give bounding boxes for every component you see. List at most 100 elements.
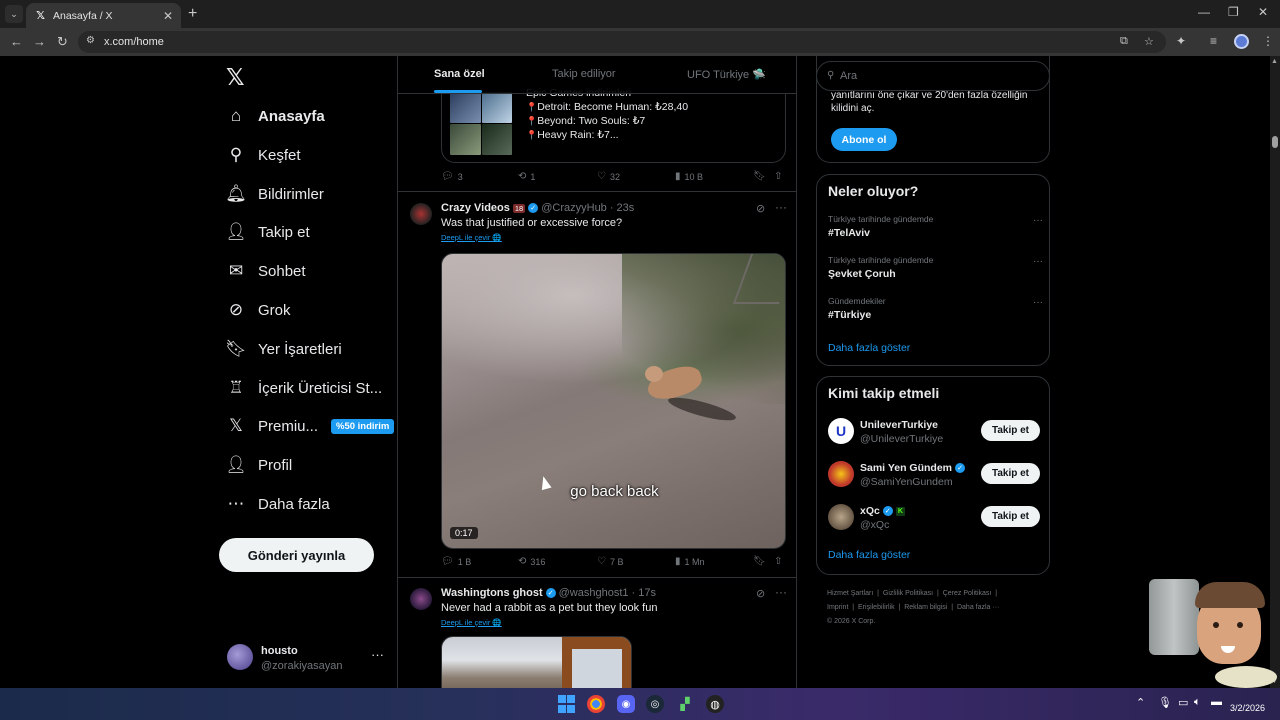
avatar[interactable] — [410, 588, 432, 610]
tab-for-you[interactable]: Sana özel — [434, 68, 485, 80]
bookmark-button[interactable]: 🔖︎ — [753, 171, 766, 182]
minimize-icon[interactable]: — — [1198, 5, 1210, 19]
volume-icon[interactable]: 🔈︎ — [1194, 696, 1201, 709]
grok-icon[interactable]: ⊘ — [756, 202, 765, 215]
windows-start-icon[interactable] — [557, 695, 575, 713]
new-tab-button[interactable]: + — [188, 5, 197, 23]
close-tab-icon[interactable]: ✕ — [163, 9, 173, 23]
scroll-up-icon[interactable]: ▲ — [1271, 58, 1278, 65]
footer-link[interactable]: Çerez Politikası — [943, 590, 992, 597]
browser-tab[interactable]: 𝕏 Anasayfa / X ✕ — [26, 3, 181, 28]
nav-premium[interactable]: 𝕏 Premiu... %50 indirim — [226, 413, 395, 439]
post-time[interactable]: · 17s — [632, 587, 656, 599]
like-button[interactable]: ♡ 7 B — [597, 556, 623, 567]
nav-more[interactable]: ⋯ Daha fazla — [226, 491, 330, 517]
reply-button[interactable]: 💬︎ 1 B — [441, 556, 471, 567]
follow-button[interactable]: Takip et — [981, 420, 1040, 441]
who-show-more[interactable]: Daha fazla göster — [828, 549, 910, 561]
media-control-icon[interactable]: ≡ — [1210, 34, 1217, 48]
grok-icon[interactable]: ⊘ — [756, 587, 765, 600]
footer-link[interactable]: Erişilebilirlik — [858, 604, 895, 611]
repost-button[interactable]: ⟲ 1 — [518, 171, 535, 182]
nav-grok[interactable]: ⊘ Grok — [226, 297, 291, 323]
more-icon[interactable]: ··· — [775, 585, 787, 599]
cast-icon[interactable]: ⧉ — [1120, 35, 1128, 48]
follow-button[interactable]: Takip et — [981, 506, 1040, 527]
follow-suggestion[interactable]: Sami Yen Gündem ✓ @SamiYenGundem Takip et — [828, 461, 1040, 489]
footer-link[interactable]: Gizlilik Politikası — [883, 590, 933, 597]
tab-search-button[interactable]: ⌄ — [5, 5, 23, 23]
share-button[interactable]: ⇧ — [774, 556, 782, 567]
tab-following[interactable]: Takip ediliyor — [552, 68, 616, 80]
close-window-icon[interactable]: ✕ — [1258, 5, 1268, 19]
tab-ufo-turkiye[interactable]: UFO Türkiye 🛸 — [687, 68, 766, 81]
menu-icon[interactable]: ⋮ — [1262, 34, 1274, 48]
post[interactable]: Washingtons ghost ✓ @washghost1 · 17s ⊘ … — [398, 578, 796, 688]
network-icon[interactable]: ▭ — [1178, 696, 1188, 709]
search-input[interactable]: ⚲ Ara — [816, 61, 1050, 91]
avatar[interactable] — [410, 203, 432, 225]
follow-suggestion[interactable]: xQc ✓ K @xQc Takip et — [828, 504, 1040, 532]
post[interactable]: Crazy Videos 18 ✓ @CrazyyHub · 23s ⊘ ···… — [398, 193, 796, 578]
bookmark-button[interactable]: 🔖︎ — [753, 556, 766, 567]
profile-icon[interactable] — [1234, 34, 1249, 49]
app-icon[interactable]: ▞ — [676, 695, 694, 713]
extensions-icon[interactable]: ✦ — [1176, 34, 1186, 48]
steam-icon[interactable]: ◎ — [646, 695, 664, 713]
post-time[interactable]: · 23s — [610, 202, 634, 214]
like-button[interactable]: ♡ 32 — [597, 171, 620, 182]
x-logo-icon[interactable]: 𝕏 — [226, 64, 245, 91]
translate-link[interactable]: DeepL ile çevir 🌐 — [441, 233, 502, 242]
views-button[interactable]: ▮ 1 Mn — [675, 556, 705, 567]
chevron-up-icon[interactable]: ⌃ — [1136, 696, 1145, 709]
post-video[interactable]: go back back 0:17 — [441, 253, 786, 549]
trends-show-more[interactable]: Daha fazla göster — [828, 342, 910, 354]
follow-button[interactable]: Takip et — [981, 463, 1040, 484]
trend-item[interactable]: Türkiye tarihinde gündemde #TelAviv ··· — [828, 214, 1043, 244]
reply-button[interactable]: 💬︎ 3 — [441, 171, 463, 182]
nav-bookmarks[interactable]: 🔖︎ Yer İşaretleri — [225, 336, 341, 362]
scrollbar-thumb[interactable] — [1272, 136, 1278, 148]
back-arrow-icon[interactable]: ← — [10, 34, 23, 49]
link-card[interactable]: Epic Games indirimleri 📍Detroit: Become … — [441, 87, 786, 163]
nav-home[interactable]: ⌂ Anasayfa — [226, 103, 325, 129]
author-handle[interactable]: @CrazyyHub — [541, 202, 607, 214]
nav-profile[interactable]: 👤︎ Profil — [225, 452, 292, 478]
bookmark-star-icon[interactable]: ☆ — [1144, 35, 1154, 48]
nav-follow[interactable]: 👤︎ Takip et — [225, 219, 310, 245]
site-info-icon[interactable]: ⚙ — [86, 35, 95, 46]
more-icon[interactable]: ··· — [775, 200, 787, 214]
author-handle[interactable]: @washghost1 — [559, 587, 629, 599]
url-text[interactable]: x.com/home — [104, 36, 164, 48]
trend-item[interactable]: Gündemdekiler #Türkiye ··· — [828, 296, 1043, 326]
subscribe-button[interactable]: Abone ol — [831, 128, 897, 151]
taskbar-date[interactable]: 3/2/2026 — [1230, 703, 1265, 713]
repost-button[interactable]: ⟲ 316 — [518, 556, 545, 567]
views-button[interactable]: ▮ 10 B — [675, 171, 703, 182]
maximize-icon[interactable]: ❐ — [1228, 5, 1239, 19]
follow-suggestion[interactable]: U UnileverTurkiye @UnileverTurkiye Takip… — [828, 418, 1040, 446]
post[interactable]: Epic Games indirimleri 📍Detroit: Become … — [398, 87, 796, 192]
author-name[interactable]: Crazy Videos — [441, 202, 510, 214]
translate-link[interactable]: DeepL ile çevir 🌐 — [441, 618, 502, 627]
nav-creator-studio[interactable]: ♖ İçerik Üreticisi St... — [226, 375, 382, 401]
address-bar[interactable]: ⚙ x.com/home ⧉ ☆ — [78, 31, 1166, 53]
nav-explore[interactable]: ⚲ Keşfet — [226, 142, 301, 168]
more-icon[interactable]: ··· — [1033, 215, 1043, 226]
footer-link[interactable]: Daha fazla ··· — [957, 604, 999, 611]
more-icon[interactable]: ··· — [1033, 297, 1043, 308]
forward-arrow-icon[interactable]: → — [33, 34, 46, 49]
footer-link[interactable]: Imprint — [827, 604, 848, 611]
chrome-icon[interactable] — [587, 695, 605, 713]
obs-icon[interactable]: ◍ — [706, 695, 724, 713]
post-button[interactable]: Gönderi yayınla — [219, 538, 374, 572]
post-image[interactable] — [441, 636, 632, 688]
nav-notifications[interactable]: 🔔︎ Bildirimler — [225, 181, 324, 207]
more-icon[interactable]: ··· — [371, 647, 384, 662]
share-button[interactable]: ⇧ — [774, 171, 782, 182]
trend-item[interactable]: Türkiye tarihinde gündemde Şevket Çoruh … — [828, 255, 1043, 285]
author-name[interactable]: Washingtons ghost — [441, 587, 543, 599]
account-switcher[interactable]: housto @zorakiyasayan ··· — [227, 643, 387, 673]
microphone-icon[interactable]: 🎙︎ — [1158, 696, 1172, 709]
nav-chat[interactable]: ✉ Sohbet — [226, 258, 306, 284]
